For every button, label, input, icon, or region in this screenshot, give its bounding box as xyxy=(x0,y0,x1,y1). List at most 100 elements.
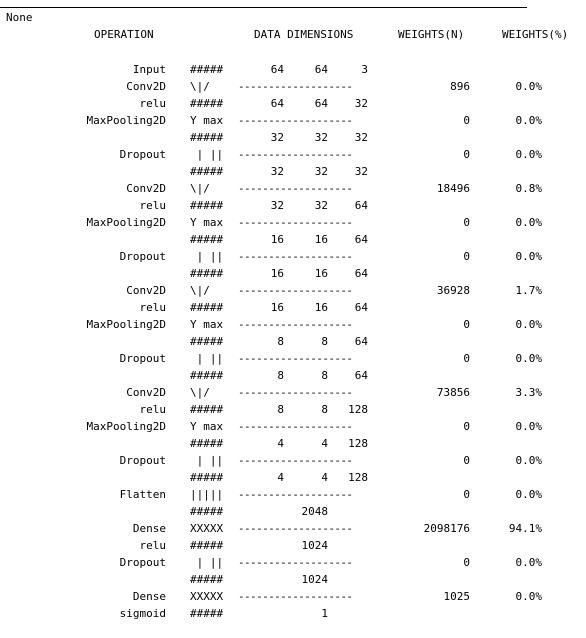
weights-pct-cell: 0.0% xyxy=(515,114,543,127)
dim2-cell: 16 xyxy=(314,267,328,280)
dim3-cell: 128 xyxy=(348,471,368,484)
dash-separator: ------------------- xyxy=(238,488,353,501)
table-row: ##### 16 16 64 xyxy=(0,231,586,248)
symbol-cell: \|/ xyxy=(190,80,210,93)
dim3-cell: 64 xyxy=(354,199,368,212)
table-row: Input ##### 64 64 3 xyxy=(0,61,586,78)
weights-pct-cell: 0.0% xyxy=(515,216,543,229)
dim2-cell: 2048 xyxy=(301,505,329,518)
operation-cell: Dropout xyxy=(119,556,166,569)
operation-cell: Conv2D xyxy=(126,386,166,399)
dash-separator: ------------------- xyxy=(238,454,353,467)
operation-cell: Dense xyxy=(132,522,166,535)
dim2-cell: 1024 xyxy=(301,573,329,586)
symbol-cell: Y max xyxy=(190,420,224,433)
symbol-cell: ##### xyxy=(190,607,224,620)
weights-pct-cell: 94.1% xyxy=(508,522,542,535)
operation-cell: Conv2D xyxy=(126,284,166,297)
header-weights-n: WEIGHTS(N) xyxy=(398,28,465,41)
weights-pct-cell: 0.0% xyxy=(515,454,543,467)
symbol-cell: ##### xyxy=(190,335,224,348)
dim3-cell: 64 xyxy=(354,369,368,382)
dim1-cell: 4 xyxy=(277,471,284,484)
weights-n-cell: 0 xyxy=(463,454,470,467)
symbol-cell: ##### xyxy=(190,471,224,484)
dim1-cell: 64 xyxy=(270,63,284,76)
weights-pct-cell: 0.0% xyxy=(515,590,543,603)
dash-separator: ------------------- xyxy=(238,420,353,433)
dash-separator: ------------------- xyxy=(238,182,353,195)
symbol-cell: | || xyxy=(190,148,224,161)
dim2-cell: 64 xyxy=(314,97,328,110)
table-row: ##### 32 32 32 xyxy=(0,163,586,180)
symbol-cell: ##### xyxy=(190,505,224,518)
table-row: MaxPooling2D Y max ------------------- 0 0.0… xyxy=(0,214,586,231)
dash-separator: ------------------- xyxy=(238,556,353,569)
symbol-cell: \|/ xyxy=(190,386,210,399)
top-divider xyxy=(0,7,527,8)
symbol-cell: ##### xyxy=(190,233,224,246)
weights-n-cell: 2098176 xyxy=(423,522,470,535)
dash-separator: ------------------- xyxy=(238,386,353,399)
operation-cell: MaxPooling2D xyxy=(86,216,166,229)
table-row: ##### 1024 xyxy=(0,571,586,588)
weights-n-cell: 0 xyxy=(463,318,470,331)
symbol-cell: ##### xyxy=(190,267,224,280)
table-row: Dense XXXXX ------------------- 2098176 94.1… xyxy=(0,520,586,537)
none-output: None xyxy=(6,11,33,24)
table-row: sigmoid ##### 1 xyxy=(0,605,586,622)
dim1-cell: 64 xyxy=(270,97,284,110)
dim1-cell: 32 xyxy=(270,131,284,144)
table-row: Dropout | || ------------------- 0 0.0% xyxy=(0,146,586,163)
dim1-cell: 16 xyxy=(270,267,284,280)
operation-cell: sigmoid xyxy=(119,607,166,620)
symbol-cell: | || xyxy=(190,352,224,365)
dim2-cell: 1 xyxy=(321,607,328,620)
operation-cell: MaxPooling2D xyxy=(86,114,166,127)
table-row: ##### 16 16 64 xyxy=(0,265,586,282)
dim3-cell: 64 xyxy=(354,301,368,314)
symbol-cell: \|/ xyxy=(190,182,210,195)
table-row: ##### 2048 xyxy=(0,503,586,520)
table-row: Conv2D \|/ ------------------- 896 0.0% xyxy=(0,78,586,95)
operation-cell: Dropout xyxy=(119,454,166,467)
weights-n-cell: 36928 xyxy=(436,284,470,297)
weights-n-cell: 0 xyxy=(463,114,470,127)
dim2-cell: 32 xyxy=(314,131,328,144)
dim2-cell: 8 xyxy=(321,335,328,348)
dash-separator: ------------------- xyxy=(238,284,353,297)
operation-cell: relu xyxy=(139,199,167,212)
operation-cell: Dense xyxy=(132,590,166,603)
dim3-cell: 64 xyxy=(354,233,368,246)
symbol-cell: ##### xyxy=(190,165,224,178)
weights-pct-cell: 0.0% xyxy=(515,420,543,433)
dash-separator: ------------------- xyxy=(238,216,353,229)
operation-cell: relu xyxy=(139,301,167,314)
dim3-cell: 128 xyxy=(348,403,368,416)
dim2-cell: 16 xyxy=(314,233,328,246)
weights-pct-cell: 0.0% xyxy=(515,352,543,365)
symbol-cell: ||||| xyxy=(190,488,224,501)
table-row: ##### 4 4 128 xyxy=(0,435,586,452)
weights-n-cell: 0 xyxy=(463,420,470,433)
table-row: Dropout | || ------------------- 0 0.0% xyxy=(0,248,586,265)
weights-n-cell: 0 xyxy=(463,488,470,501)
dim1-cell: 4 xyxy=(277,437,284,450)
dim3-cell: 32 xyxy=(354,165,368,178)
weights-n-cell: 0 xyxy=(463,352,470,365)
weights-n-cell: 0 xyxy=(463,216,470,229)
symbol-cell: Y max xyxy=(190,114,224,127)
dim1-cell: 32 xyxy=(270,165,284,178)
operation-cell: Dropout xyxy=(119,352,166,365)
weights-n-cell: 18496 xyxy=(436,182,470,195)
symbol-cell: ##### xyxy=(190,301,224,314)
symbol-cell: ##### xyxy=(190,199,224,212)
operation-cell: Dropout xyxy=(119,148,166,161)
weights-n-cell: 73856 xyxy=(436,386,470,399)
symbol-cell: ##### xyxy=(190,539,224,552)
dim1-cell: 8 xyxy=(277,403,284,416)
symbol-cell: | || xyxy=(190,454,224,467)
weights-pct-cell: 0.0% xyxy=(515,148,543,161)
operation-cell: relu xyxy=(139,97,167,110)
symbol-cell: ##### xyxy=(190,403,224,416)
